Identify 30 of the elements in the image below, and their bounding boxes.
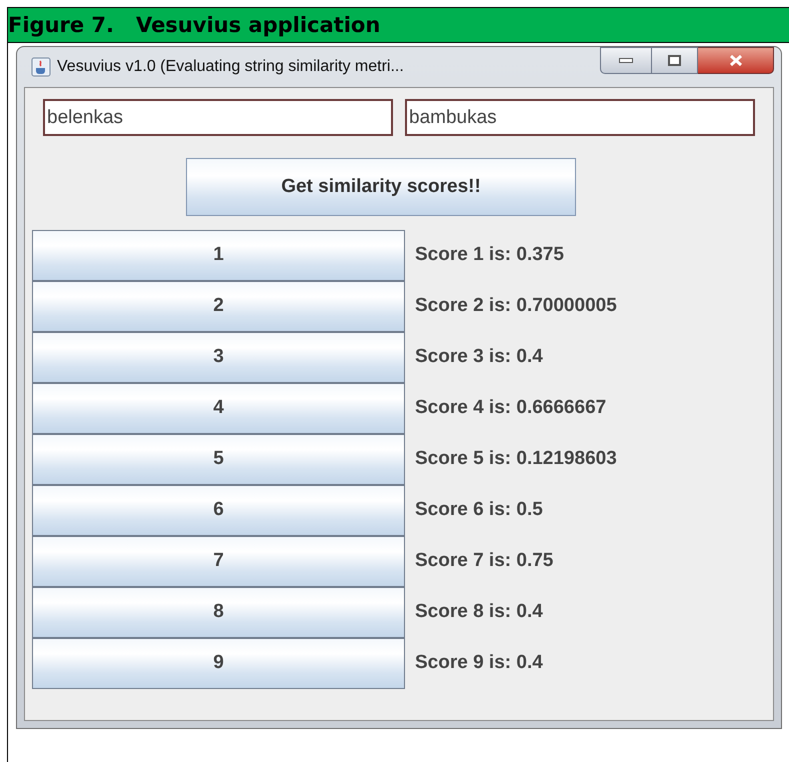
minimize-button[interactable] [600, 47, 652, 74]
metric-button[interactable]: 5 [32, 434, 405, 485]
score-label: Score 1 is: 0.375 [415, 243, 564, 268]
window-title: Vesuvius v1.0 (Evaluating string similarity metri... [57, 57, 404, 77]
figure-caption: Figure 7. Vesuvius application [8, 7, 789, 43]
coffee-cup-icon [31, 57, 51, 77]
score-label: Score 6 is: 0.5 [415, 498, 543, 522]
metric-button[interactable]: 3 [32, 332, 405, 383]
score-label: Score 4 is: 0.6666667 [415, 396, 606, 420]
metric-button[interactable]: 6 [32, 485, 405, 536]
get-scores-button[interactable]: Get similarity scores!! [186, 158, 576, 216]
score-label: Score 7 is: 0.75 [415, 549, 554, 574]
minimize-icon [619, 58, 633, 63]
score-label: Score 2 is: 0.70000005 [415, 294, 617, 318]
text-field[interactable]: belenkas [43, 99, 393, 136]
score-label: Score 9 is: 0.4 [415, 651, 543, 676]
score-label: Score 8 is: 0.4 [415, 600, 543, 624]
score-label: Score 5 is: 0.12198603 [415, 447, 617, 472]
maximize-icon [668, 55, 681, 66]
metric-button[interactable]: 1 [32, 230, 405, 281]
text-field[interactable]: bambukas [405, 99, 755, 136]
score-label: Score 3 is: 0.4 [415, 345, 543, 370]
close-icon [728, 54, 742, 67]
metric-button[interactable]: 2 [32, 281, 405, 332]
maximize-button[interactable] [652, 47, 698, 74]
close-button[interactable] [698, 47, 774, 74]
metric-button[interactable]: 8 [32, 587, 405, 638]
metric-button[interactable]: 7 [32, 536, 405, 587]
metric-button[interactable]: 4 [32, 383, 405, 434]
metric-button[interactable]: 9 [32, 638, 405, 689]
